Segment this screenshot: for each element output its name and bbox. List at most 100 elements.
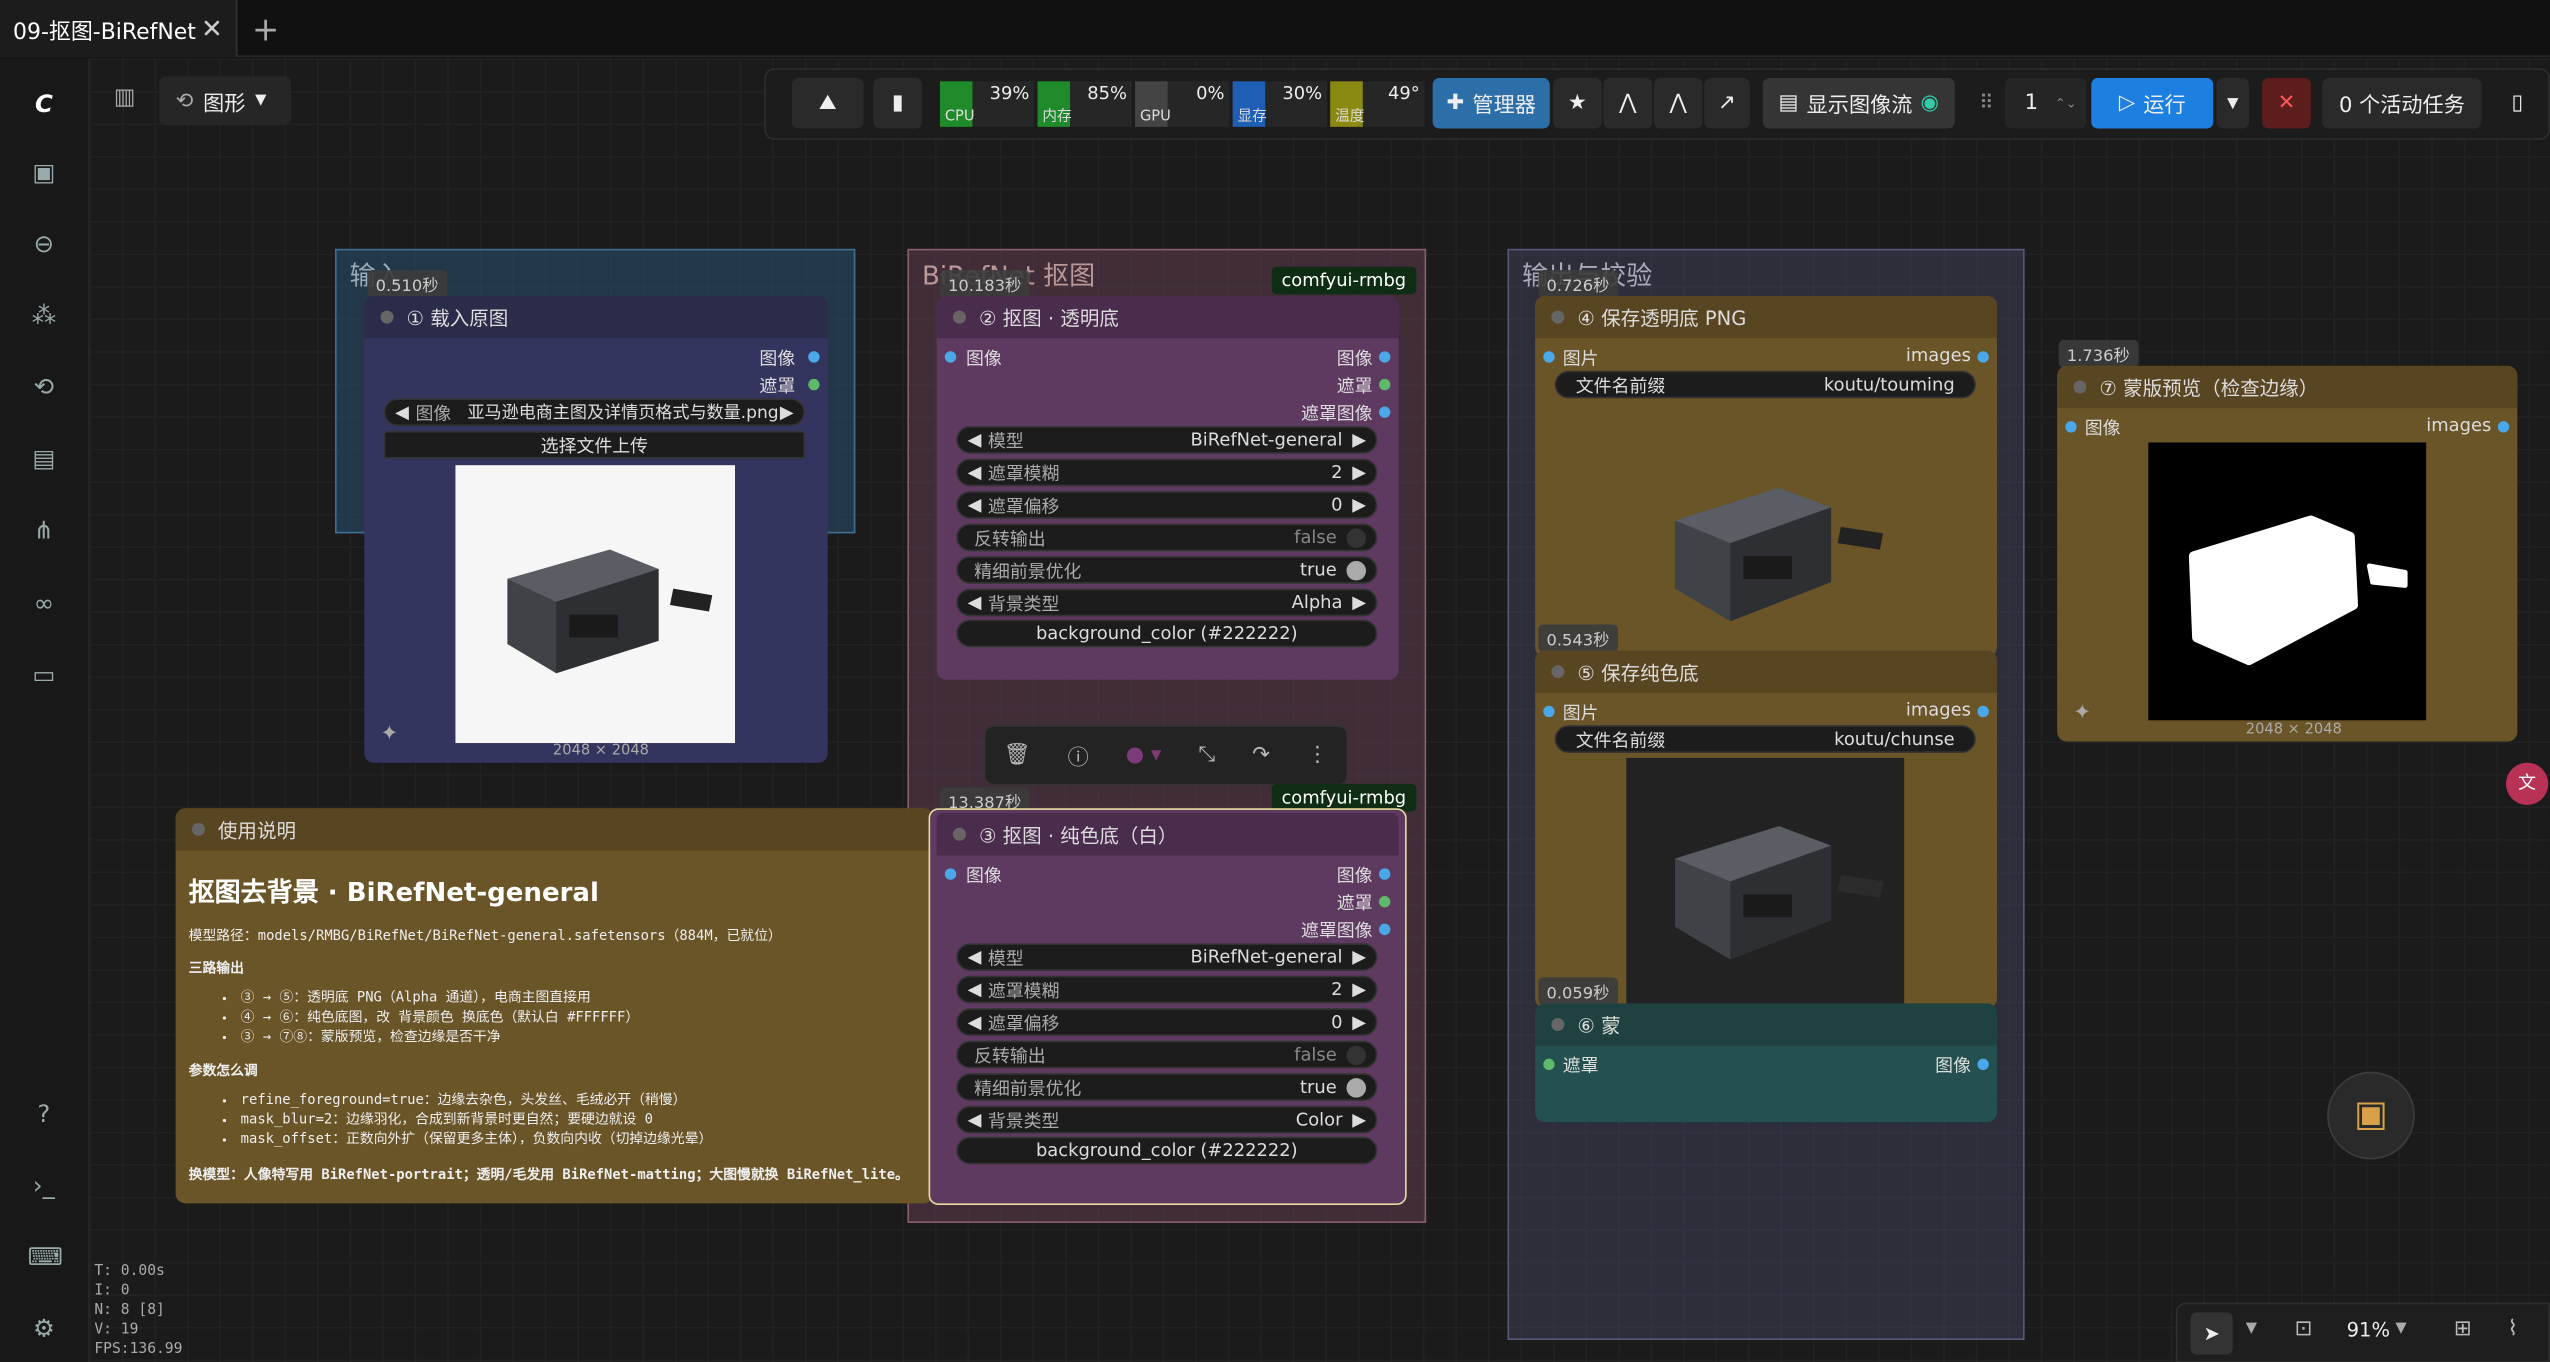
filename-prefix-widget[interactable]: 文件名前缀 koutu/touming [1554, 370, 1976, 399]
collapse-dot[interactable] [1551, 665, 1565, 679]
output-pin[interactable] [808, 378, 820, 391]
widget-4[interactable]: 精细前景优化 true [956, 556, 1378, 584]
info-icon[interactable]: ⓘ [1068, 740, 1089, 770]
collapse-dot[interactable] [191, 822, 205, 836]
widget-5[interactable]: ◀ 背景类型 Alpha ▶ [956, 588, 1378, 617]
show-image-stream-button[interactable]: ▤ 显示图像流 ◉ [1762, 78, 1955, 129]
input-pin[interactable] [944, 351, 957, 363]
node-header[interactable]: ⑦ 蒙版预览（检查边缘） [2057, 365, 2518, 409]
color-picker-icon[interactable]: ● ▾ [1126, 743, 1162, 767]
node-header[interactable]: ④ 保存透明底 PNG [1535, 295, 1997, 339]
node-header[interactable]: ① 载入原图 [364, 295, 828, 339]
bookmark-button[interactable]: ▮ [873, 78, 923, 129]
map-icon[interactable]: ⊞ [2454, 1317, 2472, 1341]
background-color-widget[interactable]: background_color (#222222) [956, 619, 1378, 648]
chevron-down-icon[interactable]: ▼ [2246, 1320, 2257, 1336]
upload-button[interactable]: 选择文件上传 [383, 430, 805, 459]
node-header[interactable]: ③ 抠图 · 纯色底（白） [936, 813, 1399, 856]
widget-1[interactable]: ◀ 遮罩模糊 2 ▶ [956, 458, 1378, 487]
widget-5[interactable]: ◀ 背景类型 Color ▶ [956, 1105, 1378, 1134]
output-pin[interactable] [1977, 351, 1989, 363]
output-pin[interactable] [1379, 406, 1391, 418]
fit-view-icon[interactable]: ⊡ [2295, 1317, 2313, 1341]
image-icon[interactable]: ▣ [28, 156, 61, 189]
input-pin[interactable] [1543, 1058, 1555, 1071]
output-pin[interactable] [1379, 351, 1391, 363]
widget-4[interactable]: 精细前景优化 true [956, 1073, 1378, 1101]
bypass-icon[interactable]: ↷ [1252, 743, 1270, 767]
widget-2[interactable]: ◀ 遮罩偏移 0 ▶ [956, 1008, 1378, 1036]
terminal-icon[interactable]: ›_ [28, 1169, 61, 1202]
trash-icon[interactable]: 🗑 [1004, 743, 1031, 767]
comfy-logo-button[interactable]: ⛰ [791, 78, 864, 129]
background-color-widget[interactable]: background_color (#222222) [956, 1136, 1378, 1165]
select-tool-icon[interactable]: ➤ [2190, 1312, 2233, 1355]
collapse-icon[interactable]: ⤡ [1198, 743, 1215, 767]
widget-3[interactable]: 反转输出 false [956, 523, 1378, 552]
output-pin[interactable] [1977, 705, 1989, 718]
help-icon[interactable]: ? [28, 1098, 61, 1131]
widget-2[interactable]: ◀ 遮罩偏移 0 ▶ [956, 491, 1378, 519]
node-rmbg-solid[interactable]: ③ 抠图 · 纯色底（白） 图像 图像 遮罩 遮罩图像 ◀ 模型 BiRefNet-… [928, 808, 1407, 1206]
input-pin[interactable] [2065, 421, 2077, 433]
workflow-tab[interactable]: 09-抠图-BiRefNet ✕ [0, 0, 238, 57]
collapse-dot[interactable] [952, 827, 966, 841]
collapse-dot[interactable] [2073, 380, 2087, 394]
output-pin[interactable] [1379, 868, 1391, 880]
graph-view-dropdown[interactable]: ⟲ 图形 ▼ [159, 76, 292, 126]
new-tab-icon[interactable]: + [252, 10, 279, 49]
image-selector[interactable]: ◀ 图像 亚马逊电商主图及详情页格式与数量.png ▶ [383, 398, 805, 427]
node-mask-to-image[interactable]: ⑥ 蒙 遮罩 图像 [1535, 1003, 1997, 1123]
widget-1[interactable]: ◀ 遮罩模糊 2 ▶ [956, 975, 1378, 1004]
link-visibility-icon[interactable]: ⌇ [2508, 1317, 2518, 1341]
run-options-button[interactable]: ▼ [2216, 78, 2250, 129]
output-pin[interactable] [1379, 923, 1391, 936]
collapse-dot[interactable] [380, 310, 394, 324]
manager-button[interactable]: ✚ 管理器 [1432, 78, 1550, 129]
tool-button-1[interactable]: ⋀ [1603, 78, 1653, 129]
layout-icon[interactable]: ▭ [28, 659, 61, 692]
node-header[interactable]: ② 抠图 · 透明底 [936, 295, 1399, 339]
keyboard-icon[interactable]: ⌨ [28, 1241, 63, 1274]
queue-count-input[interactable]: 1 ⌃⌄ [2005, 78, 2087, 129]
collapse-dot[interactable] [1551, 310, 1565, 324]
collapse-dot[interactable] [952, 310, 966, 324]
run-button[interactable]: ▷ 运行 [2091, 78, 2214, 129]
collapse-dot[interactable] [1551, 1018, 1565, 1032]
star-button[interactable]: ★ [1553, 78, 1602, 129]
node-header[interactable]: ⑤ 保存纯色底 [1535, 650, 1997, 693]
node-notes[interactable]: 使用说明 抠图去背景 · BiRefNet-general 模型路径：model… [175, 808, 934, 1204]
package-icon[interactable]: ▣ [2327, 1071, 2415, 1160]
node-header[interactable]: 使用说明 [175, 808, 934, 851]
filename-prefix-widget[interactable]: 文件名前缀 koutu/chunse [1554, 725, 1976, 753]
input-pin[interactable] [944, 868, 957, 880]
nodes-icon[interactable]: ⁂ [28, 299, 61, 332]
model-icon[interactable]: ⊖ [28, 228, 61, 261]
node-rmbg-transparent[interactable]: ② 抠图 · 透明底 图像 图像 遮罩 遮罩图像 ◀ 模型 BiRefNet-gen… [936, 295, 1399, 680]
cancel-button[interactable]: ✕ [2262, 78, 2311, 129]
workflow-icon[interactable]: ⟲ [28, 371, 61, 404]
drag-handle-icon[interactable]: ⠿ [1979, 91, 1993, 114]
logo-icon[interactable]: C [28, 88, 61, 121]
zoom-level[interactable]: 91% [2347, 1319, 2390, 1342]
input-pin[interactable] [1543, 351, 1555, 363]
input-pin[interactable] [1543, 705, 1555, 718]
right-panel-toggle[interactable]: ▯ [2493, 78, 2542, 128]
more-icon[interactable]: ⋮ [1307, 743, 1328, 767]
translate-icon[interactable]: 文 [2505, 762, 2549, 805]
output-pin[interactable] [2497, 421, 2510, 433]
output-pin[interactable] [1977, 1058, 1989, 1071]
widget-0[interactable]: ◀ 模型 BiRefNet-general ▶ [956, 426, 1378, 454]
output-pin[interactable] [1379, 378, 1391, 391]
node-save-transparent[interactable]: ④ 保存透明底 PNG 图片 images 文件名前缀 koutu/touming [1535, 295, 1997, 657]
output-pin[interactable] [808, 351, 820, 363]
output-pin[interactable] [1379, 896, 1391, 908]
gear-icon[interactable]: ⚙ [28, 1312, 61, 1345]
chevron-down-icon[interactable]: ▼ [2395, 1320, 2406, 1336]
template-icon[interactable]: ▤ [28, 442, 61, 475]
tree-icon[interactable]: ⋔ [28, 514, 61, 547]
node-mask-preview[interactable]: ⑦ 蒙版预览（检查边缘） 图像 images 2048 × 2048 ✦ [2057, 365, 2518, 742]
widget-3[interactable]: 反转输出 false [956, 1040, 1378, 1069]
widget-0[interactable]: ◀ 模型 BiRefNet-general ▶ [956, 943, 1378, 971]
node-save-solid[interactable]: ⑤ 保存纯色底 图片 images 文件名前缀 koutu/chunse [1535, 650, 1997, 1009]
